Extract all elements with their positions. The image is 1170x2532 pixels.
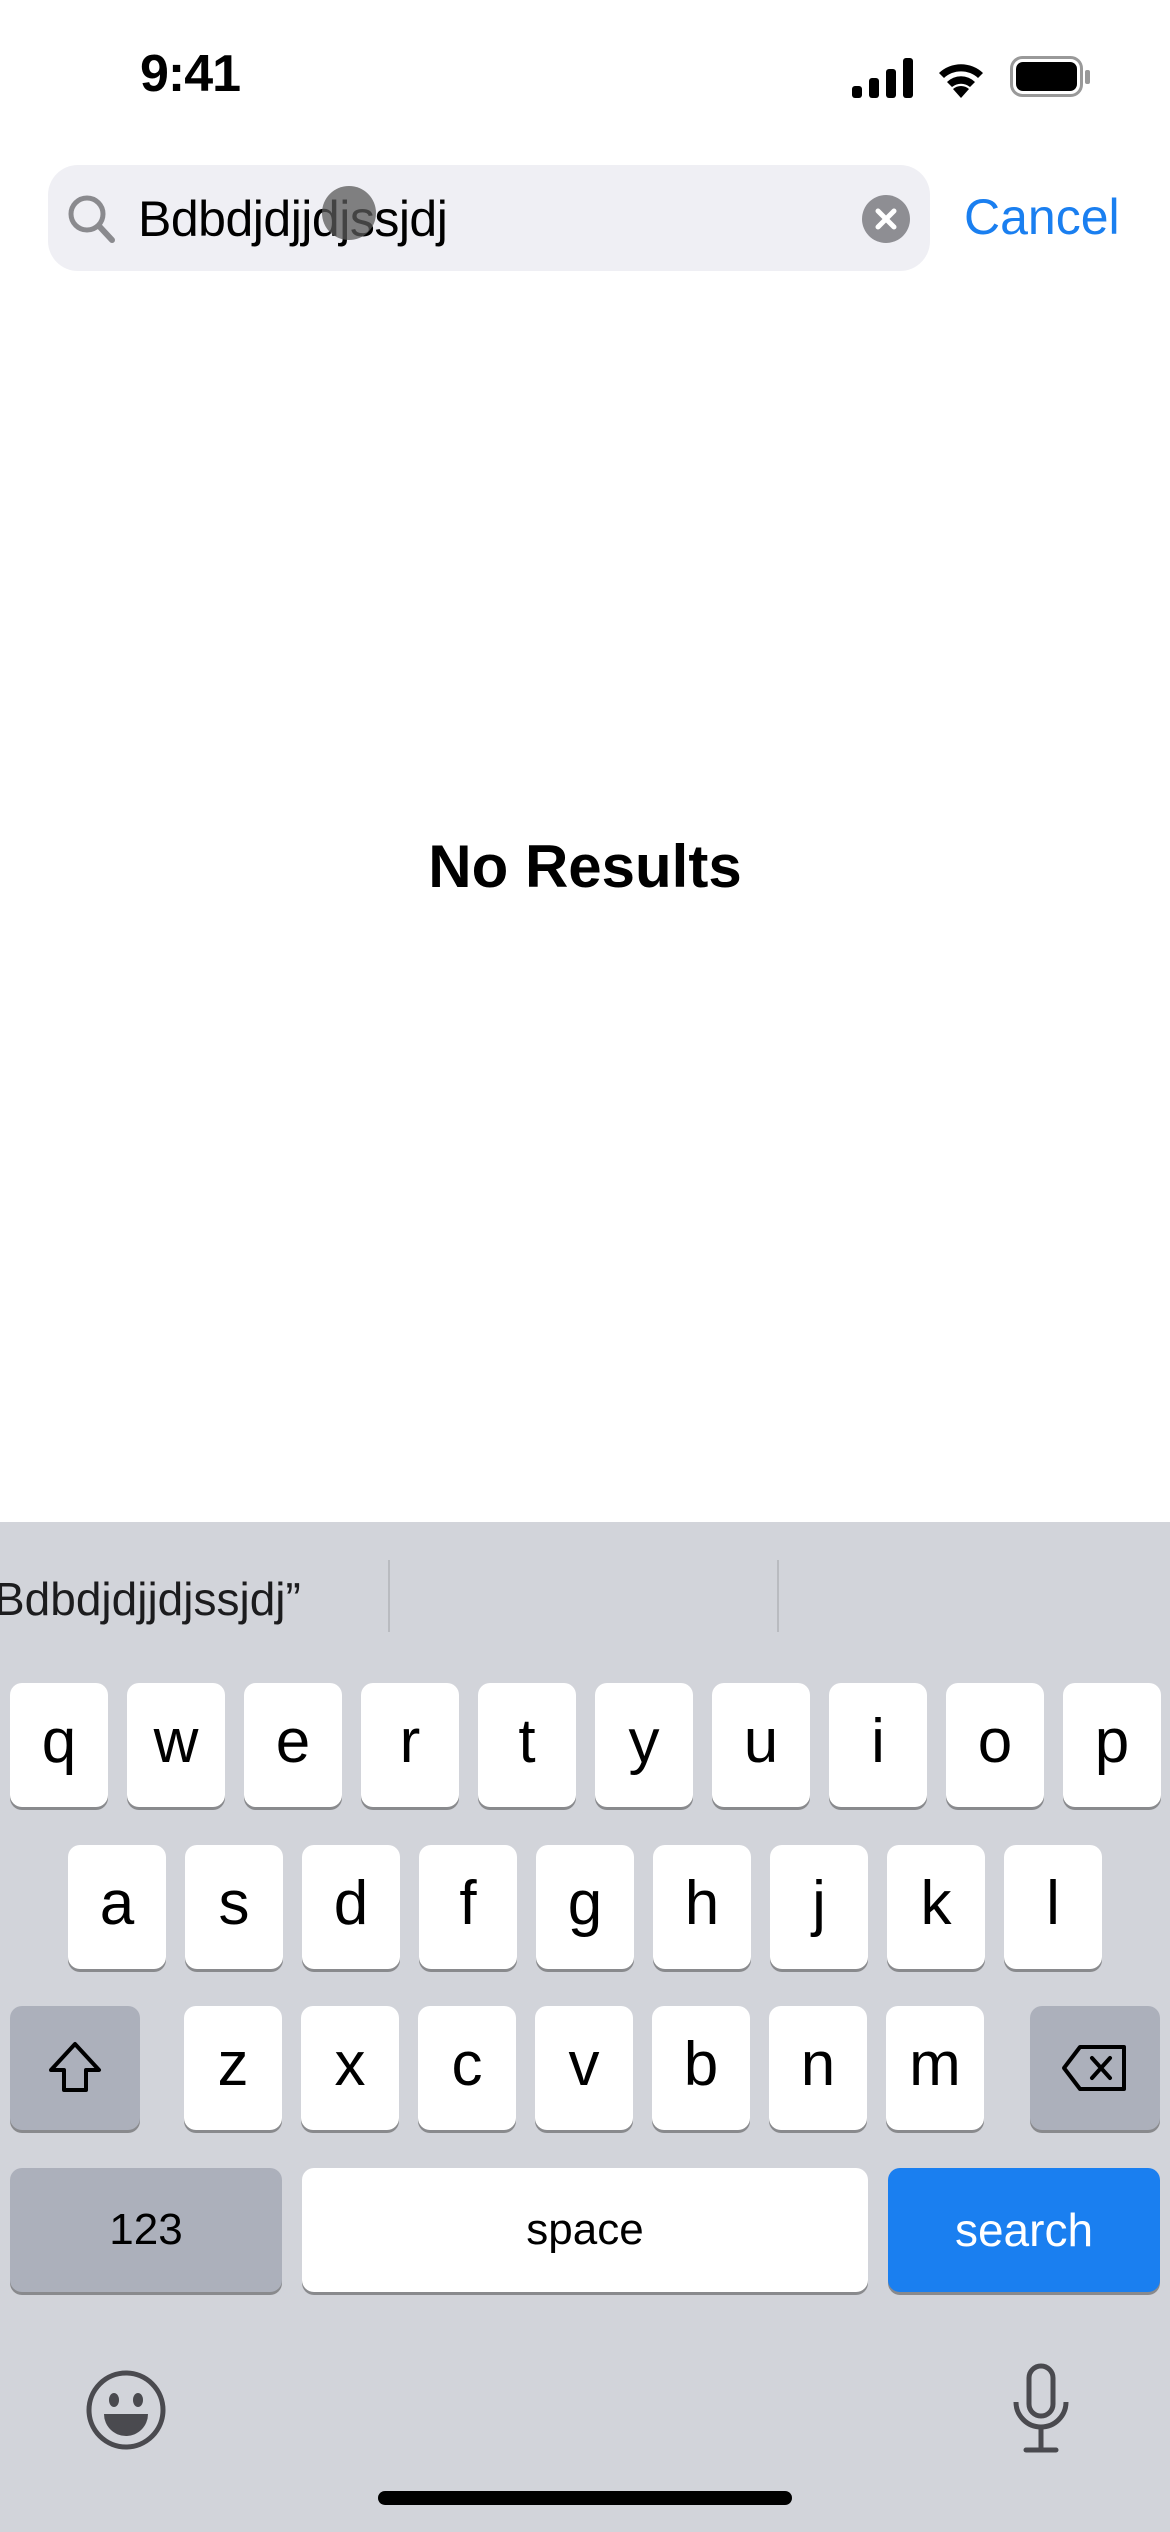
key-e[interactable]: e [244, 1683, 342, 1807]
key-b[interactable]: b [652, 2006, 750, 2130]
key-u[interactable]: u [712, 1683, 810, 1807]
key-c[interactable]: c [418, 2006, 516, 2130]
key-z[interactable]: z [184, 2006, 282, 2130]
cancel-button[interactable]: Cancel [964, 188, 1120, 246]
delete-key[interactable] [1030, 2006, 1160, 2130]
shift-key[interactable] [10, 2006, 140, 2130]
key-j[interactable]: j [770, 1845, 868, 1969]
delete-backspace-icon [1062, 2045, 1126, 2091]
home-indicator[interactable] [378, 2491, 792, 2505]
close-icon [875, 208, 897, 230]
key-d[interactable]: d [302, 1845, 400, 1969]
key-m[interactable]: m [886, 2006, 984, 2130]
key-w[interactable]: w [127, 1683, 225, 1807]
cellular-signal-icon [852, 58, 913, 98]
key-a[interactable]: a [68, 1845, 166, 1969]
shift-icon [49, 2042, 101, 2092]
key-h[interactable]: h [653, 1845, 751, 1969]
key-v[interactable]: v [535, 2006, 633, 2130]
wifi-icon [939, 64, 983, 98]
status-time: 9:41 [140, 45, 241, 103]
search-input[interactable]: Bdbdjdjjdjssjdj [138, 190, 448, 248]
touch-indicator [322, 186, 376, 240]
search-key[interactable]: search [888, 2168, 1160, 2292]
key-n[interactable]: n [769, 2006, 867, 2130]
key-q[interactable]: q [10, 1683, 108, 1807]
key-p[interactable]: p [1063, 1683, 1161, 1807]
numbers-key[interactable]: 123 [10, 2168, 282, 2292]
suggestion-divider [777, 1560, 779, 1632]
key-i[interactable]: i [829, 1683, 927, 1807]
microphone-icon[interactable] [1010, 2362, 1072, 2458]
key-t[interactable]: t [478, 1683, 576, 1807]
keyboard: Bdbdjdjjdjssjdj” qwertyuiop asdfghjkl zxcv… [0, 1522, 1170, 2532]
key-x[interactable]: x [301, 2006, 399, 2130]
key-g[interactable]: g [536, 1845, 634, 1969]
empty-state-label: No Results [428, 833, 742, 900]
key-f[interactable]: f [419, 1845, 517, 1969]
space-key[interactable]: space [302, 2168, 868, 2292]
emoji-icon[interactable] [84, 2368, 168, 2452]
battery-icon [1010, 56, 1090, 97]
key-r[interactable]: r [361, 1683, 459, 1807]
suggestion-item[interactable]: Bdbdjdjjdjssjdj” [0, 1572, 301, 1626]
magnifying-glass-icon [68, 195, 115, 243]
suggestion-divider [388, 1560, 390, 1632]
key-s[interactable]: s [185, 1845, 283, 1969]
clear-text-button[interactable] [862, 195, 910, 243]
key-l[interactable]: l [1004, 1845, 1102, 1969]
search-field[interactable]: Bdbdjdjjdjssjdj [48, 165, 930, 271]
key-o[interactable]: o [946, 1683, 1044, 1807]
key-k[interactable]: k [887, 1845, 985, 1969]
key-y[interactable]: y [595, 1683, 693, 1807]
